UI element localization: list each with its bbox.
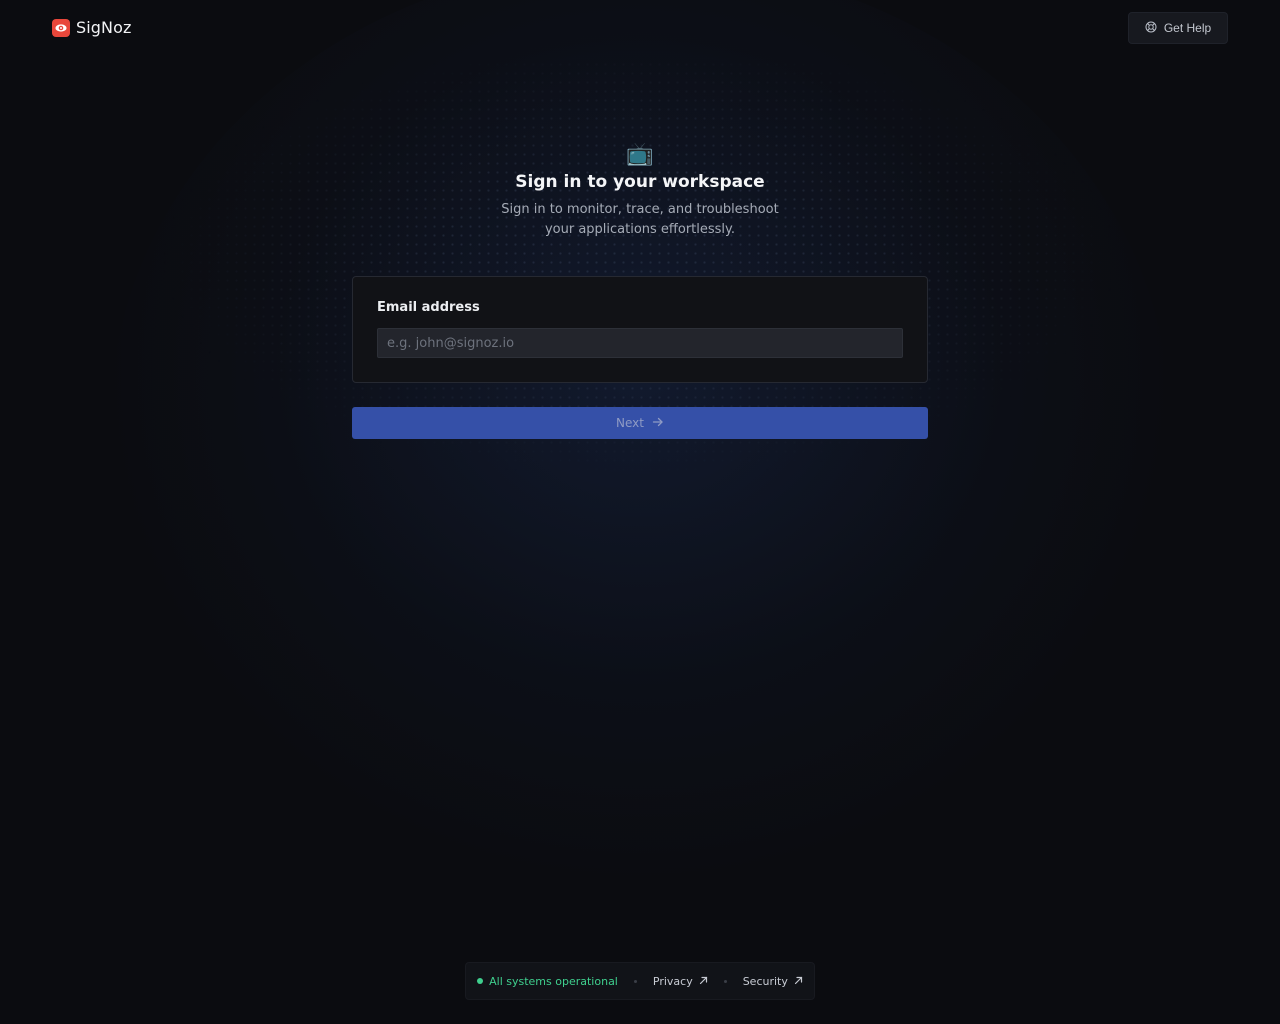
status-text: All systems operational <box>489 974 618 988</box>
email-input[interactable] <box>377 328 903 358</box>
external-link-icon <box>699 975 708 988</box>
footer-bar: All systems operational Privacy Security <box>465 962 815 1000</box>
next-label: Next <box>616 416 644 430</box>
footer-separator <box>633 979 637 983</box>
security-label: Security <box>742 974 788 988</box>
system-status[interactable]: All systems operational <box>477 975 618 988</box>
external-link-icon <box>794 975 803 988</box>
get-help-label: Get Help <box>1163 21 1212 35</box>
privacy-link[interactable]: Privacy <box>653 975 708 988</box>
television-icon: 📺 <box>626 142 654 167</box>
next-button[interactable]: Next <box>352 407 928 439</box>
email-label: Email address <box>377 300 480 315</box>
page-title: Sign in to your workspace <box>515 172 765 192</box>
email-card: Email address <box>352 276 928 383</box>
privacy-label: Privacy <box>652 974 693 988</box>
help-circle-icon <box>1145 21 1157 36</box>
security-link[interactable]: Security <box>743 975 803 988</box>
brand-name: SigNoz <box>76 18 132 37</box>
background-glow <box>110 0 1170 880</box>
status-dot-icon <box>477 978 484 984</box>
sign-in-page: SigNoz Get Help 📺 Sign in to your worksp… <box>0 0 1280 1024</box>
signoz-logo-icon <box>52 18 70 37</box>
get-help-button[interactable]: Get Help <box>1128 12 1228 44</box>
page-subtitle: Sign in to monitor, trace, and troublesh… <box>501 202 779 237</box>
footer-separator <box>723 979 727 983</box>
sign-in-header: 📺 Sign in to your workspace Sign in to m… <box>440 140 840 240</box>
brand-logo-link[interactable]: SigNoz <box>52 18 132 37</box>
arrow-right-icon <box>652 416 664 431</box>
